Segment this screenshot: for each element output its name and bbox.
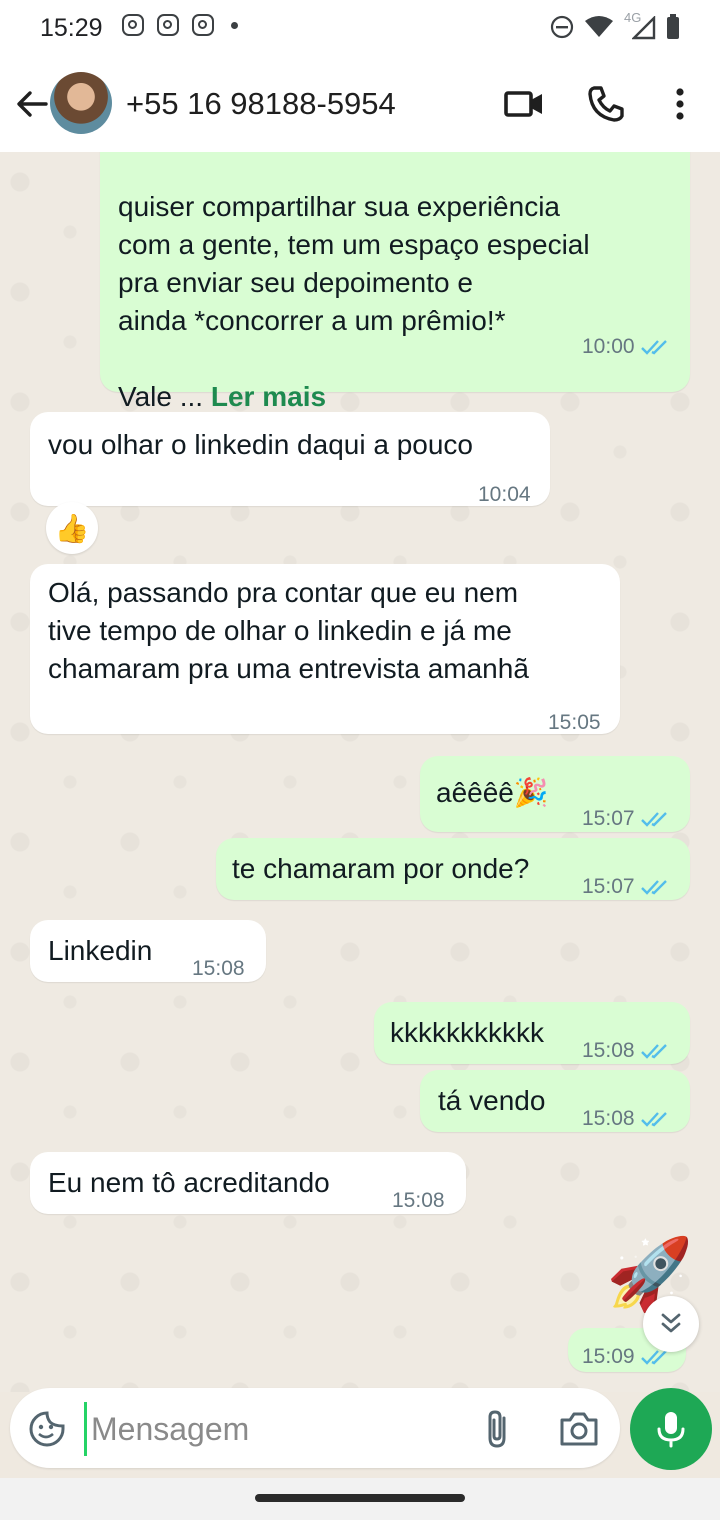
message-bubble-incoming[interactable]: Linkedin 15:08 xyxy=(30,920,266,982)
message-text: kkkkkkkkkkk xyxy=(390,1017,544,1048)
message-text: Linkedin xyxy=(48,935,153,966)
double-check-read-icon xyxy=(640,812,667,827)
double-check-read-icon xyxy=(640,340,667,355)
message-meta: 15:07 xyxy=(582,800,671,838)
arrow-left-icon[interactable] xyxy=(12,84,52,124)
battery-icon xyxy=(667,14,679,39)
read-more-link[interactable]: Ler mais xyxy=(211,381,326,412)
system-navigation-bar xyxy=(0,1478,720,1520)
more-vert-icon[interactable] xyxy=(658,82,702,126)
home-gesture-bar[interactable] xyxy=(255,1494,465,1502)
microphone-icon xyxy=(657,1412,685,1448)
message-meta: 15:08 xyxy=(192,950,245,988)
message-bubble-outgoing[interactable]: aêêêê🎉 15:07 xyxy=(420,756,690,832)
notification-icons xyxy=(122,14,238,36)
instagram-icon xyxy=(122,14,144,36)
status-bar: 15:29 4G xyxy=(0,0,720,58)
message-input[interactable] xyxy=(84,1402,473,1456)
instagram-icon xyxy=(192,14,214,36)
reaction-thumbs-up[interactable]: 👍 xyxy=(46,502,98,554)
double-check-read-icon xyxy=(640,1044,667,1059)
message-meta: 15:08 xyxy=(392,1182,445,1220)
phone-icon[interactable] xyxy=(584,82,628,126)
system-icons: 4G xyxy=(550,10,680,40)
message-bubble-outgoing[interactable]: tá vendo 15:08 xyxy=(420,1070,690,1132)
message-text: Olá, passando pra contar que eu nem tive… xyxy=(48,577,529,684)
instagram-icon xyxy=(157,14,179,36)
video-call-icon[interactable] xyxy=(502,82,546,126)
message-bubble-incoming[interactable]: Olá, passando pra contar que eu nem tive… xyxy=(30,564,620,734)
double-chevron-down-icon xyxy=(661,1313,681,1333)
message-list[interactable]: quiser compartilhar sua experiência com … xyxy=(0,152,720,1392)
double-check-read-icon xyxy=(640,880,667,895)
message-meta: 15:07 xyxy=(582,868,671,906)
message-bubble-outgoing[interactable]: te chamaram por onde? 15:07 xyxy=(216,838,690,900)
message-meta: 15:08 xyxy=(582,1032,671,1070)
camera-icon[interactable] xyxy=(558,1410,600,1448)
message-composer xyxy=(10,1388,620,1468)
message-time: 15:07 xyxy=(582,875,635,898)
message-text: quiser compartilhar sua experiência com … xyxy=(118,152,590,416)
message-bubble-incoming[interactable]: vou olhar o linkedin daqui a pouco 10:04 xyxy=(30,412,550,506)
message-time: 15:08 xyxy=(392,1189,445,1212)
more-notifications-dot-icon xyxy=(231,21,238,29)
message-time: 15:08 xyxy=(582,1039,635,1062)
message-time: 10:04 xyxy=(478,483,531,506)
contact-name[interactable]: +55 16 98188-5954 xyxy=(126,86,396,122)
message-text: aêêêê🎉 xyxy=(436,777,549,808)
status-time: 15:29 xyxy=(40,14,103,42)
message-bubble-outgoing[interactable]: kkkkkkkkkkk 15:08 xyxy=(374,1002,690,1064)
cell-signal-icon: 4G xyxy=(624,10,656,40)
message-text: tá vendo xyxy=(438,1085,546,1116)
wifi-icon xyxy=(585,16,613,37)
message-time: 15:05 xyxy=(548,711,601,734)
message-meta: 15:05 xyxy=(548,704,601,742)
chat-header: +55 16 98188-5954 xyxy=(0,58,720,152)
avatar[interactable] xyxy=(50,72,112,134)
message-time: 10:00 xyxy=(582,335,635,358)
double-check-read-icon xyxy=(640,1112,667,1127)
do-not-disturb-icon xyxy=(550,15,574,39)
message-bubble-outgoing[interactable]: quiser compartilhar sua experiência com … xyxy=(100,152,690,412)
message-meta: 10:00 xyxy=(582,328,671,366)
message-text: vou olhar o linkedin daqui a pouco xyxy=(48,429,473,460)
message-meta: 15:08 xyxy=(582,1100,671,1138)
message-time: 15:07 xyxy=(582,807,635,830)
paperclip-icon[interactable] xyxy=(480,1408,516,1450)
message-body: quiser compartilhar sua experiência com … xyxy=(118,191,590,412)
message-time: 15:08 xyxy=(582,1107,635,1130)
message-text: te chamaram por onde? xyxy=(232,853,530,884)
message-time: 15:09 xyxy=(582,1345,635,1368)
message-bubble-incoming[interactable]: Eu nem tô acreditando 15:08 xyxy=(30,1152,466,1214)
message-time: 15:08 xyxy=(192,957,245,980)
voice-message-button[interactable] xyxy=(630,1388,712,1470)
sticker-smiley-icon[interactable] xyxy=(28,1410,66,1448)
message-meta: 10:04 xyxy=(478,476,531,514)
message-text: Eu nem tô acreditando xyxy=(48,1167,330,1198)
scroll-to-bottom-button[interactable] xyxy=(643,1296,699,1352)
